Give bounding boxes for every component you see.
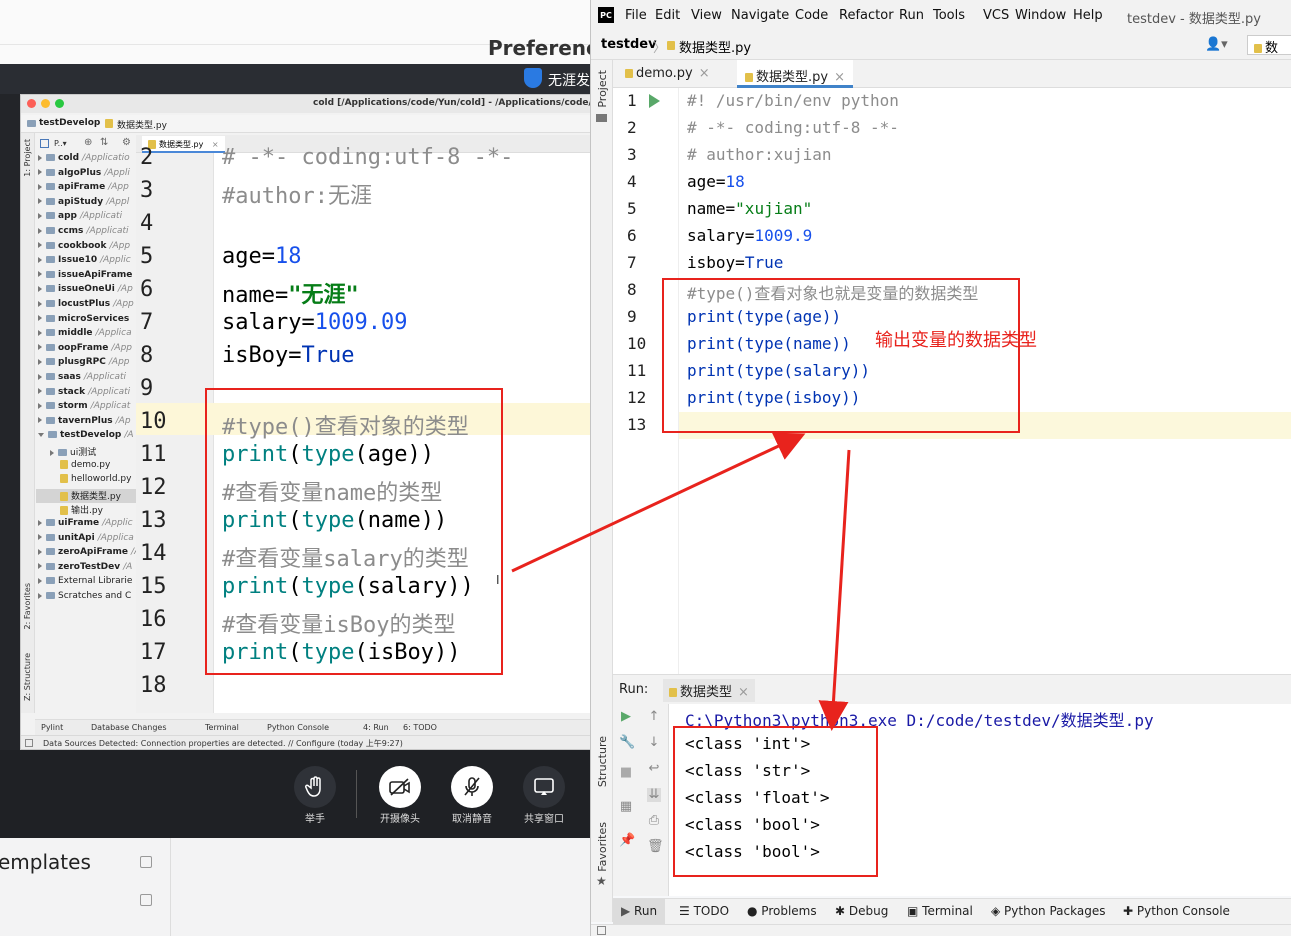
screenshot-root: Preferenc 无涯发 举手 开摄像头 取消静音 共享窗口 emplates…: [0, 0, 1291, 936]
arrow-to-right-code: [511, 432, 806, 573]
annotation-arrows: [511, 432, 851, 731]
arrow-to-console: [818, 449, 851, 731]
